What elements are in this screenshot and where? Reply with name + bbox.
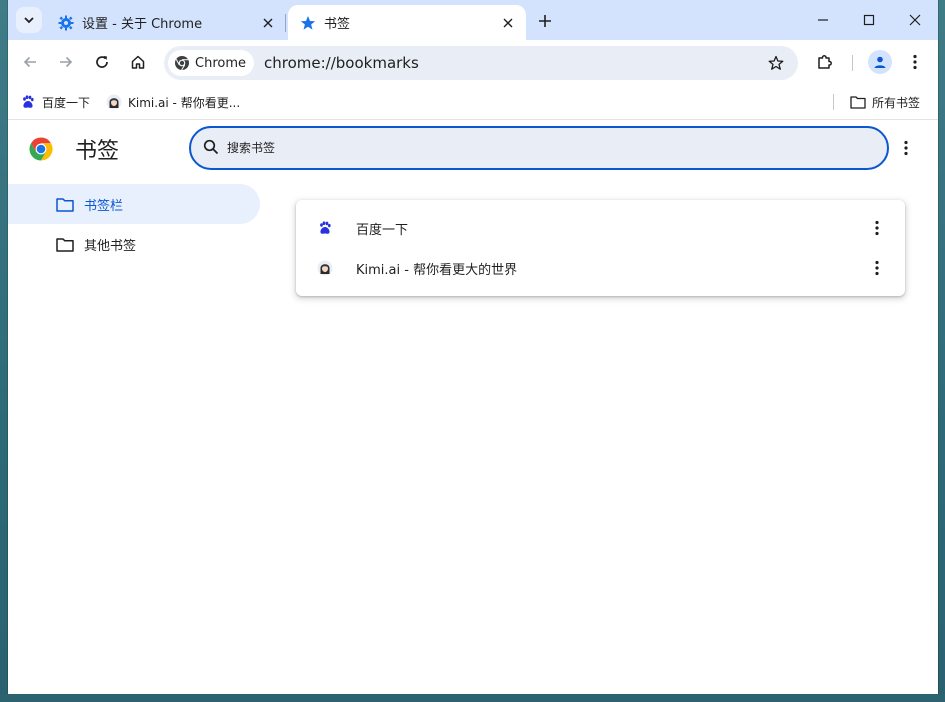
kimi-avatar-icon	[106, 94, 122, 110]
bookmark-baidu[interactable]: 百度一下	[20, 92, 90, 112]
reload-icon	[96, 56, 108, 68]
bookmark-kimi[interactable]: Kimi.ai - 帮你看更...	[106, 92, 240, 112]
bookmark-label: Kimi.ai - 帮你看更...	[128, 95, 241, 110]
arrow-left-icon	[23, 56, 36, 68]
profile-avatar[interactable]	[868, 50, 892, 74]
extensions-button[interactable]	[811, 48, 839, 76]
tab-strip: 设置 - 关于 Chrome 书签	[8, 0, 938, 40]
plus-icon	[539, 15, 551, 27]
address-text[interactable]: chrome://bookmarks	[264, 54, 762, 72]
toolbar: Chrome chrome://bookmarks	[8, 40, 938, 84]
bookmarks-page: 书签 书签栏 其他书签	[8, 120, 938, 694]
list-item-label: 百度一下	[356, 222, 409, 238]
more-vertical-icon	[875, 260, 879, 276]
chrome-logo-icon	[174, 55, 190, 71]
toolbar-separator	[852, 55, 853, 71]
folder-icon	[850, 94, 866, 110]
tab-bookmarks[interactable]: 书签	[288, 5, 526, 40]
star-icon	[300, 15, 316, 31]
kimi-avatar-icon	[316, 259, 334, 277]
gear-icon	[58, 15, 74, 31]
chrome-logo-icon	[28, 136, 54, 162]
new-tab-button[interactable]	[534, 10, 556, 32]
back-button[interactable]	[16, 48, 44, 76]
page-header: 书签	[8, 120, 938, 178]
puzzle-icon	[818, 55, 832, 69]
bookmarks-bar: 百度一下 Kimi.ai - 帮你看更... 所有书签	[8, 84, 938, 120]
baidu-paw-icon	[316, 219, 334, 237]
person-icon	[874, 56, 886, 68]
home-button[interactable]	[124, 48, 152, 76]
arrow-right-icon	[60, 56, 73, 68]
sidebar-item-bookmarks-bar[interactable]: 书签栏	[8, 184, 260, 224]
all-bookmarks-button[interactable]: 所有书签	[850, 92, 920, 112]
bookmarks-separator	[833, 94, 834, 110]
close-icon	[909, 14, 921, 26]
more-vertical-icon	[904, 140, 908, 156]
window-close-button[interactable]	[892, 0, 938, 40]
more-vertical-icon	[913, 54, 917, 70]
tab-title: 设置 - 关于 Chrome	[82, 17, 203, 32]
folder-icon	[56, 194, 76, 214]
baidu-paw-icon	[20, 94, 36, 110]
folder-sidebar: 书签栏 其他书签	[8, 184, 268, 264]
chip-label: Chrome	[195, 55, 246, 71]
chevron-down-icon	[24, 17, 34, 24]
home-icon	[131, 55, 145, 69]
sidebar-item-other-bookmarks[interactable]: 其他书签	[8, 224, 260, 264]
folder-icon	[56, 234, 76, 254]
page-title: 书签	[75, 139, 120, 164]
menu-button[interactable]	[901, 48, 929, 76]
item-menu-button[interactable]	[865, 256, 889, 280]
bookmark-search-box[interactable]	[189, 126, 889, 170]
bookmark-star-button[interactable]	[762, 49, 790, 77]
search-icon	[203, 139, 221, 157]
minimize-button[interactable]	[800, 0, 846, 40]
item-menu-button[interactable]	[865, 216, 889, 240]
site-info-chip[interactable]: Chrome	[168, 50, 254, 76]
reload-button[interactable]	[88, 48, 116, 76]
minimize-icon	[818, 19, 828, 21]
search-input[interactable]	[227, 141, 887, 155]
desktop-background-strip	[0, 694, 945, 702]
close-icon[interactable]	[498, 13, 518, 33]
list-item[interactable]: 百度一下	[296, 208, 905, 248]
tab-title: 书签	[324, 17, 351, 32]
forward-button[interactable]	[52, 48, 80, 76]
tab-search-button[interactable]	[16, 7, 42, 33]
omnibox[interactable]: Chrome chrome://bookmarks	[164, 46, 798, 80]
maximize-button[interactable]	[846, 0, 892, 40]
tab-settings[interactable]: 设置 - 关于 Chrome	[48, 5, 286, 40]
list-item[interactable]: Kimi.ai - 帮你看更大的世界	[296, 248, 905, 288]
close-icon[interactable]	[258, 13, 278, 33]
browser-window: 设置 - 关于 Chrome 书签 Chrome chrome://bookma…	[8, 0, 938, 694]
all-bookmarks-label: 所有书签	[872, 95, 921, 110]
bookmark-list: 百度一下 Kimi.ai - 帮你看更大的世界	[296, 200, 905, 296]
maximize-icon	[863, 14, 875, 26]
star-outline-icon	[768, 55, 784, 70]
more-vertical-icon	[875, 220, 879, 236]
page-menu-button[interactable]	[894, 136, 918, 160]
list-item-label: Kimi.ai - 帮你看更大的世界	[356, 262, 518, 278]
sidebar-item-label: 书签栏	[84, 198, 124, 214]
bookmark-label: 百度一下	[42, 95, 91, 110]
sidebar-item-label: 其他书签	[84, 238, 137, 254]
